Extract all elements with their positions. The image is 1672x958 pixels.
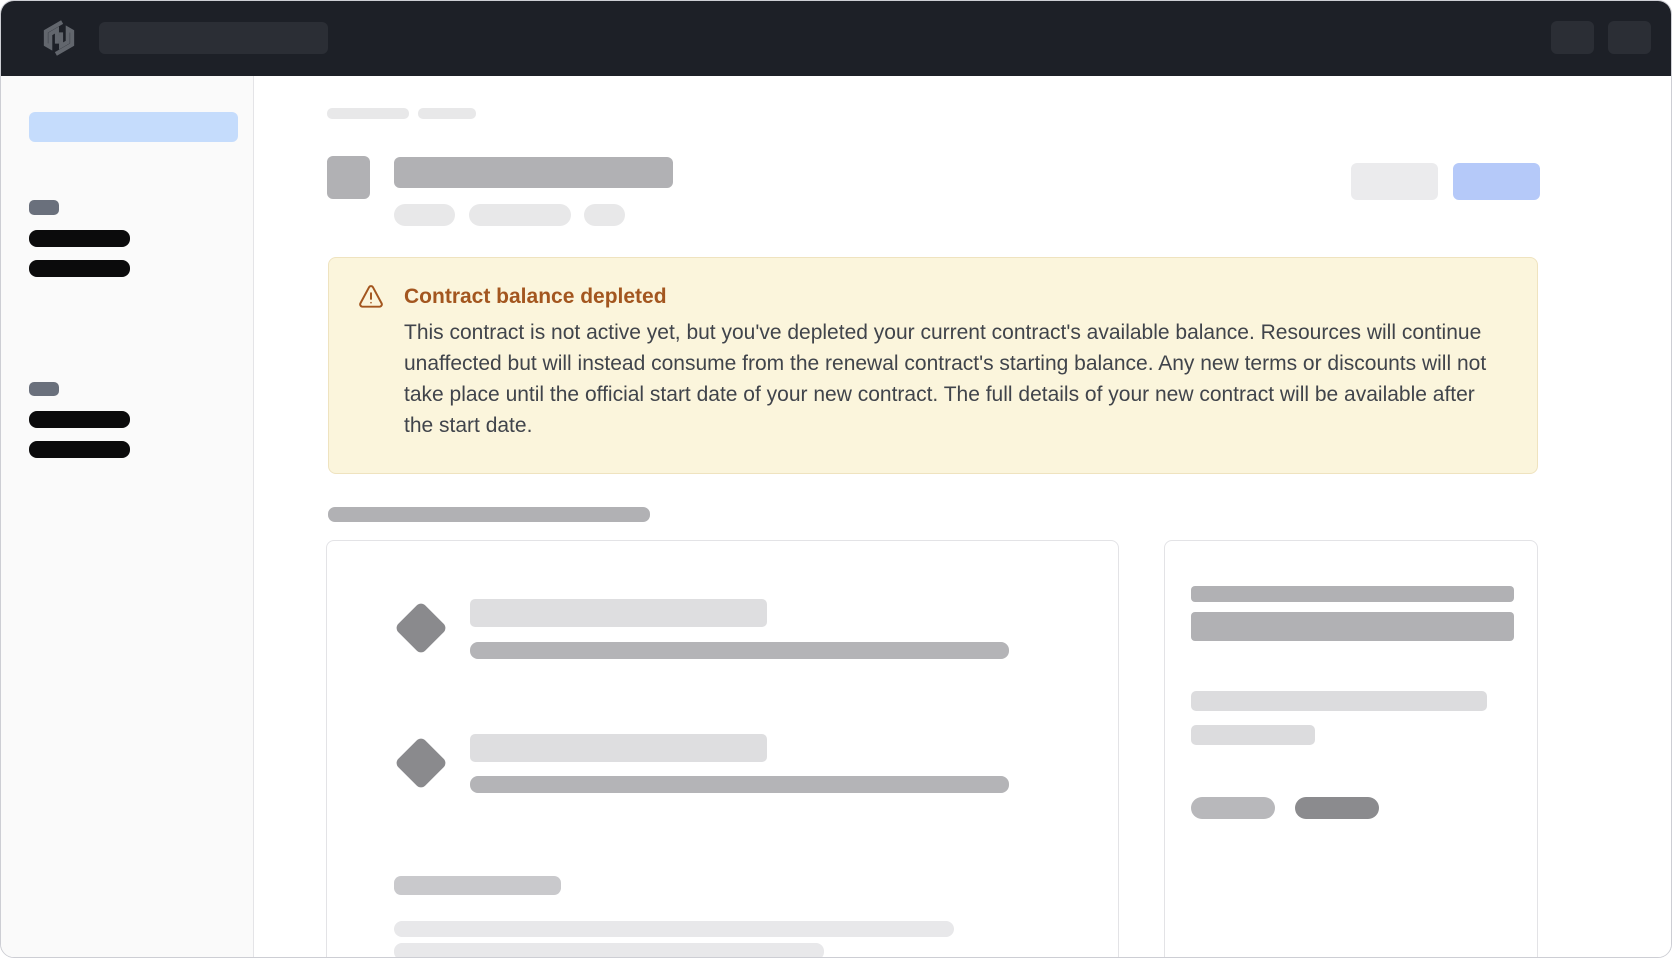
alert-title: Contract balance depleted [404, 282, 1494, 312]
hashicorp-logo-icon [39, 18, 79, 58]
list-item-text-placeholder [470, 776, 1009, 793]
page-icon-placeholder [327, 156, 370, 199]
page-title-placeholder [394, 157, 673, 188]
page-meta-tag-placeholder [469, 204, 571, 226]
summary-card [1164, 540, 1538, 958]
summary-text-placeholder [1191, 691, 1487, 711]
summary-value-placeholder [1191, 612, 1514, 641]
sidebar [1, 76, 254, 958]
breadcrumb-segment-placeholder[interactable] [418, 108, 476, 119]
page-meta-tag-placeholder [394, 204, 455, 226]
alert-content: Contract balance depleted This contract … [404, 282, 1494, 449]
alert-icon-wrap [357, 282, 385, 449]
secondary-action-button[interactable] [1351, 163, 1438, 200]
list-item-title-placeholder [470, 734, 767, 762]
list-item-icon [394, 601, 448, 655]
breadcrumb-segment-placeholder[interactable] [327, 108, 409, 119]
alert-triangle-icon [357, 283, 385, 311]
sidebar-nav-item[interactable] [29, 260, 130, 277]
sidebar-section-label-placeholder [29, 200, 59, 215]
sidebar-nav-item[interactable] [29, 441, 130, 458]
sidebar-item-selected[interactable] [29, 112, 238, 142]
nav-action-button-2[interactable] [1608, 21, 1651, 54]
summary-button-placeholder[interactable] [1295, 797, 1379, 819]
summary-title-placeholder [1191, 586, 1514, 602]
top-navigation-bar [1, 1, 1671, 76]
summary-button-placeholder[interactable] [1191, 797, 1275, 819]
list-item-icon [394, 736, 448, 790]
card-text-placeholder [394, 943, 824, 958]
main-content: Contract balance depleted This contract … [254, 76, 1672, 958]
card-subheading-placeholder [394, 876, 561, 895]
sidebar-section-label-placeholder [29, 382, 59, 396]
app-window: Contract balance depleted This contract … [0, 0, 1672, 958]
list-item-title-placeholder [470, 599, 767, 627]
nav-action-button-1[interactable] [1551, 21, 1594, 54]
sidebar-nav-item[interactable] [29, 411, 130, 428]
summary-text-placeholder [1191, 725, 1315, 745]
primary-action-button[interactable] [1453, 163, 1540, 200]
list-item-text-placeholder [470, 642, 1009, 659]
hashicorp-logo[interactable] [39, 18, 79, 58]
card-text-placeholder [394, 921, 954, 937]
page-meta-tag-placeholder [584, 204, 625, 226]
section-heading-placeholder [328, 507, 650, 522]
alert-body: This contract is not active yet, but you… [404, 317, 1494, 441]
sidebar-nav-item[interactable] [29, 230, 130, 247]
warning-alert: Contract balance depleted This contract … [328, 257, 1538, 474]
details-card [326, 540, 1119, 958]
global-search-input[interactable] [99, 22, 328, 54]
